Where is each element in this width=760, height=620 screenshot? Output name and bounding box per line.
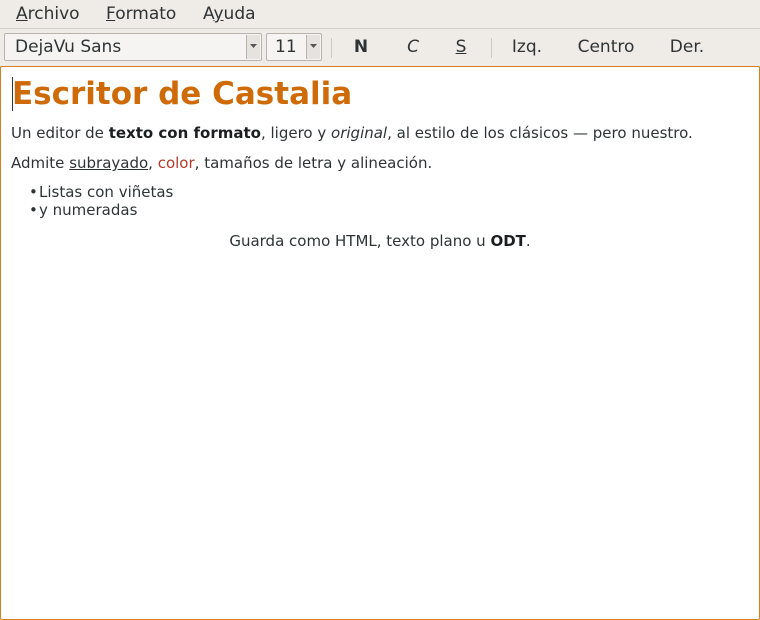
underline-button[interactable]: S (445, 33, 477, 61)
font-size-dropdown-button[interactable] (306, 35, 320, 59)
paragraph-centered: Guarda como HTML, texto plano u ODT. (229, 232, 531, 250)
align-left-button[interactable]: Izq. (502, 33, 552, 61)
menu-archivo[interactable]: Archivo (14, 4, 82, 24)
format-toolbar: DejaVu Sans 11 N C S Izq. Centro Der. (0, 29, 760, 66)
bold-text: ODT (490, 232, 526, 250)
menu-formato[interactable]: Formato (104, 4, 178, 24)
colored-text: color (157, 154, 195, 172)
font-family-value: DejaVu Sans (15, 37, 122, 57)
list-item: y numeradas (29, 201, 137, 219)
paragraph-intro: Un editor de texto con formato, ligero y… (11, 124, 693, 142)
toolbar-separator (491, 38, 492, 58)
font-size-value: 11 (275, 37, 297, 57)
italic-button[interactable]: C (397, 33, 429, 61)
bold-button[interactable]: N (345, 33, 377, 61)
bold-text: texto con formato (108, 124, 261, 142)
document-editor[interactable]: Escritor de Castalia Un editor de texto … (0, 66, 760, 620)
underlined-text: subrayado (69, 154, 149, 172)
italic-text: original (331, 124, 388, 142)
font-family-combo[interactable]: DejaVu Sans (4, 33, 262, 61)
align-right-button[interactable]: Der. (662, 33, 712, 61)
align-center-button[interactable]: Centro (570, 33, 642, 61)
chevron-down-icon (310, 44, 317, 48)
list-item: Listas con viñetas (29, 183, 173, 201)
document-heading: Escritor de Castalia (12, 76, 353, 112)
font-family-dropdown-button[interactable] (246, 35, 260, 59)
chevron-down-icon (250, 44, 257, 48)
paragraph-features: Admite subrayado, color, tamaños de letr… (11, 154, 433, 172)
font-size-combo[interactable]: 11 (266, 33, 322, 61)
menu-bar: Archivo Formato Ayuda (0, 0, 760, 29)
menu-ayuda[interactable]: Ayuda (201, 4, 258, 24)
toolbar-separator (331, 38, 332, 58)
